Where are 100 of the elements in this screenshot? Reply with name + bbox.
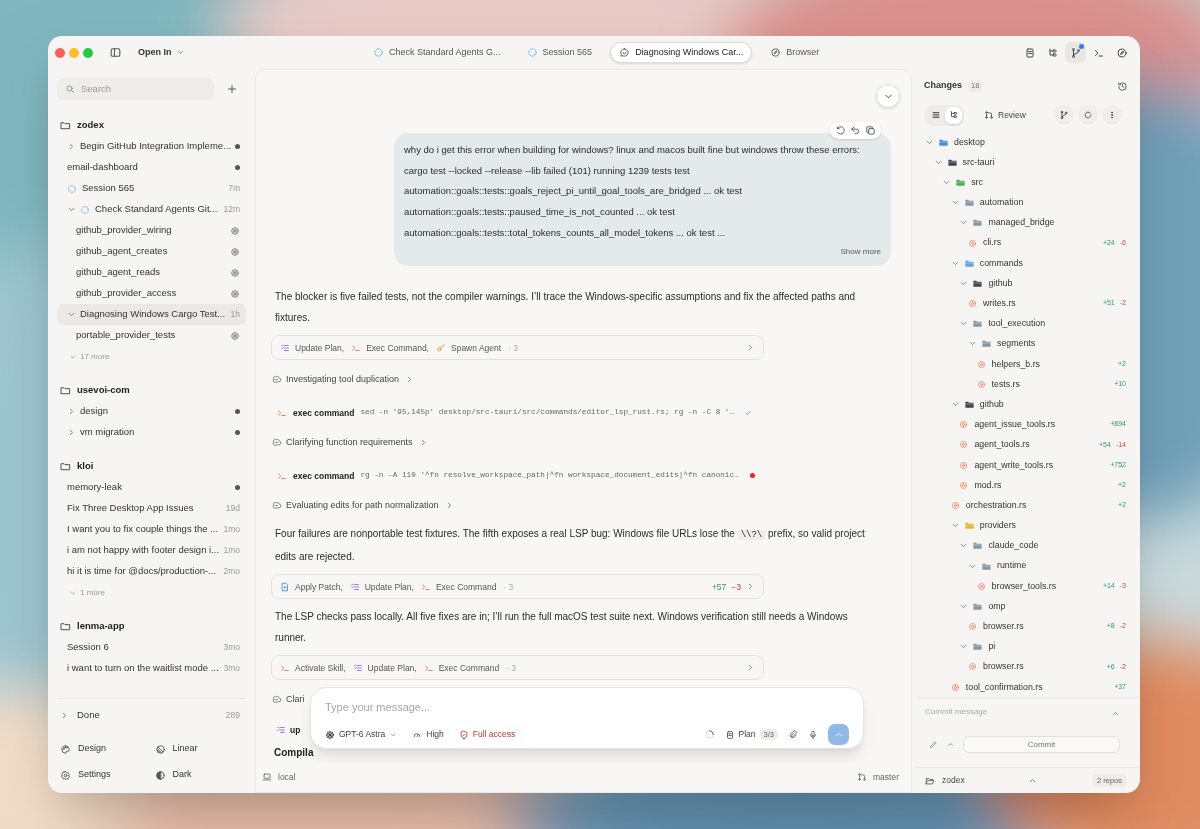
session-item[interactable]: email-dashboard	[57, 157, 246, 178]
access-selector[interactable]: Full access	[458, 728, 516, 741]
folder-row[interactable]: automation	[915, 192, 1126, 213]
session-item[interactable]: i want to turn on the waitlist mode ... 3mo	[57, 658, 246, 679]
chevron-icon[interactable]	[67, 310, 76, 319]
pen-icon[interactable]	[929, 740, 938, 749]
tab[interactable]: Browser	[762, 42, 828, 63]
session-item[interactable]: Begin GitHub Integration Impleme...	[57, 136, 246, 157]
chevron-up-icon[interactable]	[1111, 709, 1120, 718]
message-text: The blocker is five failed tests, not the compiler warnings. I’ll trace the Windows-specific assumptions and fix the affected paths and fixtures.	[274, 290, 857, 326]
project-name: zodex	[77, 117, 104, 132]
folder-row[interactable]: managed_bridge	[915, 212, 1126, 233]
show-more-button[interactable]: Show more	[840, 246, 881, 259]
search-field[interactable]: Search	[57, 78, 214, 100]
copy-icon[interactable]	[865, 125, 876, 136]
window-control[interactable]	[55, 47, 65, 58]
microphone-icon[interactable]	[808, 729, 818, 740]
folder-row[interactable]: desktop	[915, 132, 1126, 153]
message-input[interactable]: Type your message...	[325, 697, 849, 717]
commit-message-field[interactable]: Commit message	[925, 706, 1111, 728]
session-item[interactable]: Session 565 7m	[57, 178, 246, 199]
session-item[interactable]: github_provider_wiring	[57, 220, 246, 241]
folder-row[interactable]: segments	[915, 333, 1126, 355]
folder-row[interactable]: runtime	[915, 555, 1126, 577]
project-name: lenma-app	[77, 618, 125, 633]
thinking-step[interactable]: Investigating tool duplication	[271, 369, 415, 391]
model-selector[interactable]: GPT-6 Astra	[325, 728, 398, 741]
branch-button[interactable]: master	[857, 770, 899, 784]
scroll-down-button[interactable]	[876, 84, 900, 108]
session-item[interactable]: i am not happy with footer design i... 1mo	[57, 540, 246, 561]
new-chat-icon[interactable]	[226, 83, 238, 95]
tab[interactable]: Session 565	[518, 42, 601, 63]
footer-button[interactable]: Settings	[57, 765, 152, 785]
session-item[interactable]: hi it is time for @docs/production-... 2mo	[57, 561, 246, 582]
tab[interactable]: Diagnosing Windows Car...	[610, 42, 753, 63]
repo-selector[interactable]: zodex	[925, 774, 1037, 787]
paperclip-icon[interactable]	[788, 729, 798, 740]
footer-button[interactable]: Dark	[151, 765, 246, 785]
tool-calls-card[interactable]: Activate Skill, Update Plan, Exec Command · 3	[271, 655, 764, 681]
folder-row[interactable]: providers	[915, 515, 1126, 536]
tab[interactable]: Check Standard Agents G...	[365, 42, 509, 63]
toolbar-button[interactable]	[1065, 42, 1086, 63]
asterisk-circle-icon	[230, 246, 240, 257]
session-item[interactable]: Check Standard Agents Git... 12m	[57, 199, 246, 220]
session-item[interactable]: Diagnosing Windows Cargo Test... 1h	[57, 304, 246, 325]
folder-row[interactable]: commands	[915, 253, 1126, 274]
open-in-button[interactable]: Open In	[138, 45, 185, 60]
footer-button[interactable]: Design	[57, 739, 152, 759]
session-item[interactable]: Fix Three Desktop App Issues 19d	[57, 498, 246, 519]
done-section[interactable]: Done 289	[57, 705, 246, 725]
message-line: automation::goals::tests::goals_reject_pi_until_goal_tools_are_bridged ... ok test	[404, 184, 743, 199]
chevron-right-icon	[746, 582, 755, 592]
session-item[interactable]: github_provider_access	[57, 283, 246, 304]
tool-calls-card[interactable]: Apply Patch, Update Plan, Exec Command · 3 +57 −3	[271, 574, 764, 600]
pull-request-icon	[984, 110, 994, 120]
folder-row[interactable]: src	[915, 172, 1126, 193]
window-control[interactable]	[83, 47, 93, 58]
session-item[interactable]: I want you to fix couple things the ... 1mo	[57, 519, 246, 540]
message-line: automation::goals::tests::total_tokens_counts_all_model_tokens ... ok test ...	[404, 225, 727, 240]
session-item[interactable]: github_agent_creates	[57, 241, 246, 262]
view-button[interactable]	[945, 106, 962, 124]
folder-row[interactable]: omp	[915, 596, 1126, 617]
asterisk-circle-icon	[230, 330, 240, 341]
tool-calls-card[interactable]: Update Plan, Exec Command, Spawn Agent · 3	[271, 335, 764, 361]
chevron-up-icon[interactable]	[946, 740, 955, 749]
search-input[interactable]: Search	[81, 81, 201, 97]
chevron-icon[interactable]	[67, 142, 76, 151]
tree-icon	[948, 110, 959, 120]
session-item[interactable]: design	[57, 401, 246, 422]
session-item[interactable]: portable_provider_tests	[57, 325, 246, 346]
footer-button[interactable]: Linear	[151, 739, 246, 759]
effort-selector[interactable]: High	[412, 728, 444, 741]
history-icon[interactable]	[835, 125, 846, 136]
folder-row[interactable]: github	[915, 394, 1126, 415]
history-icon[interactable]	[1117, 80, 1128, 92]
session-item[interactable]: memory-leak	[57, 477, 246, 498]
thinking-step[interactable]: Evaluating edits for path normalization	[271, 495, 454, 517]
send-button[interactable]	[828, 724, 849, 745]
folder-row[interactable]: github	[915, 273, 1126, 294]
folder-row[interactable]: tool_execution	[915, 313, 1126, 334]
folder-row[interactable]: claude_code	[915, 535, 1126, 556]
prompt-icon	[277, 407, 287, 418]
commit-button[interactable]: Commit	[963, 736, 1120, 753]
folder-row[interactable]: pi	[915, 636, 1126, 657]
refresh-button[interactable]	[1078, 105, 1098, 125]
sidebar-toggle-icon[interactable]	[109, 46, 122, 59]
review-button[interactable]: Review	[984, 108, 1026, 122]
chevron-icon[interactable]	[67, 205, 76, 214]
session-item[interactable]: github_agent_reads	[57, 262, 246, 283]
chevron-icon[interactable]	[67, 407, 76, 416]
window-control[interactable]	[69, 47, 79, 58]
folder-row[interactable]: src-tauri	[915, 152, 1126, 173]
chevron-icon[interactable]	[67, 428, 76, 437]
session-item[interactable]: vm migration	[57, 422, 246, 443]
undo-icon[interactable]	[850, 125, 861, 136]
branch-button[interactable]	[1054, 105, 1074, 125]
thinking-step[interactable]: Clarifying function requirements	[271, 432, 428, 454]
thinking-step[interactable]: Clari	[271, 689, 305, 711]
session-item[interactable]: Session 6 3mo	[57, 637, 246, 658]
message-line: cargo test --locked --release --lib failed (101) running 1239 tests test	[404, 163, 691, 178]
